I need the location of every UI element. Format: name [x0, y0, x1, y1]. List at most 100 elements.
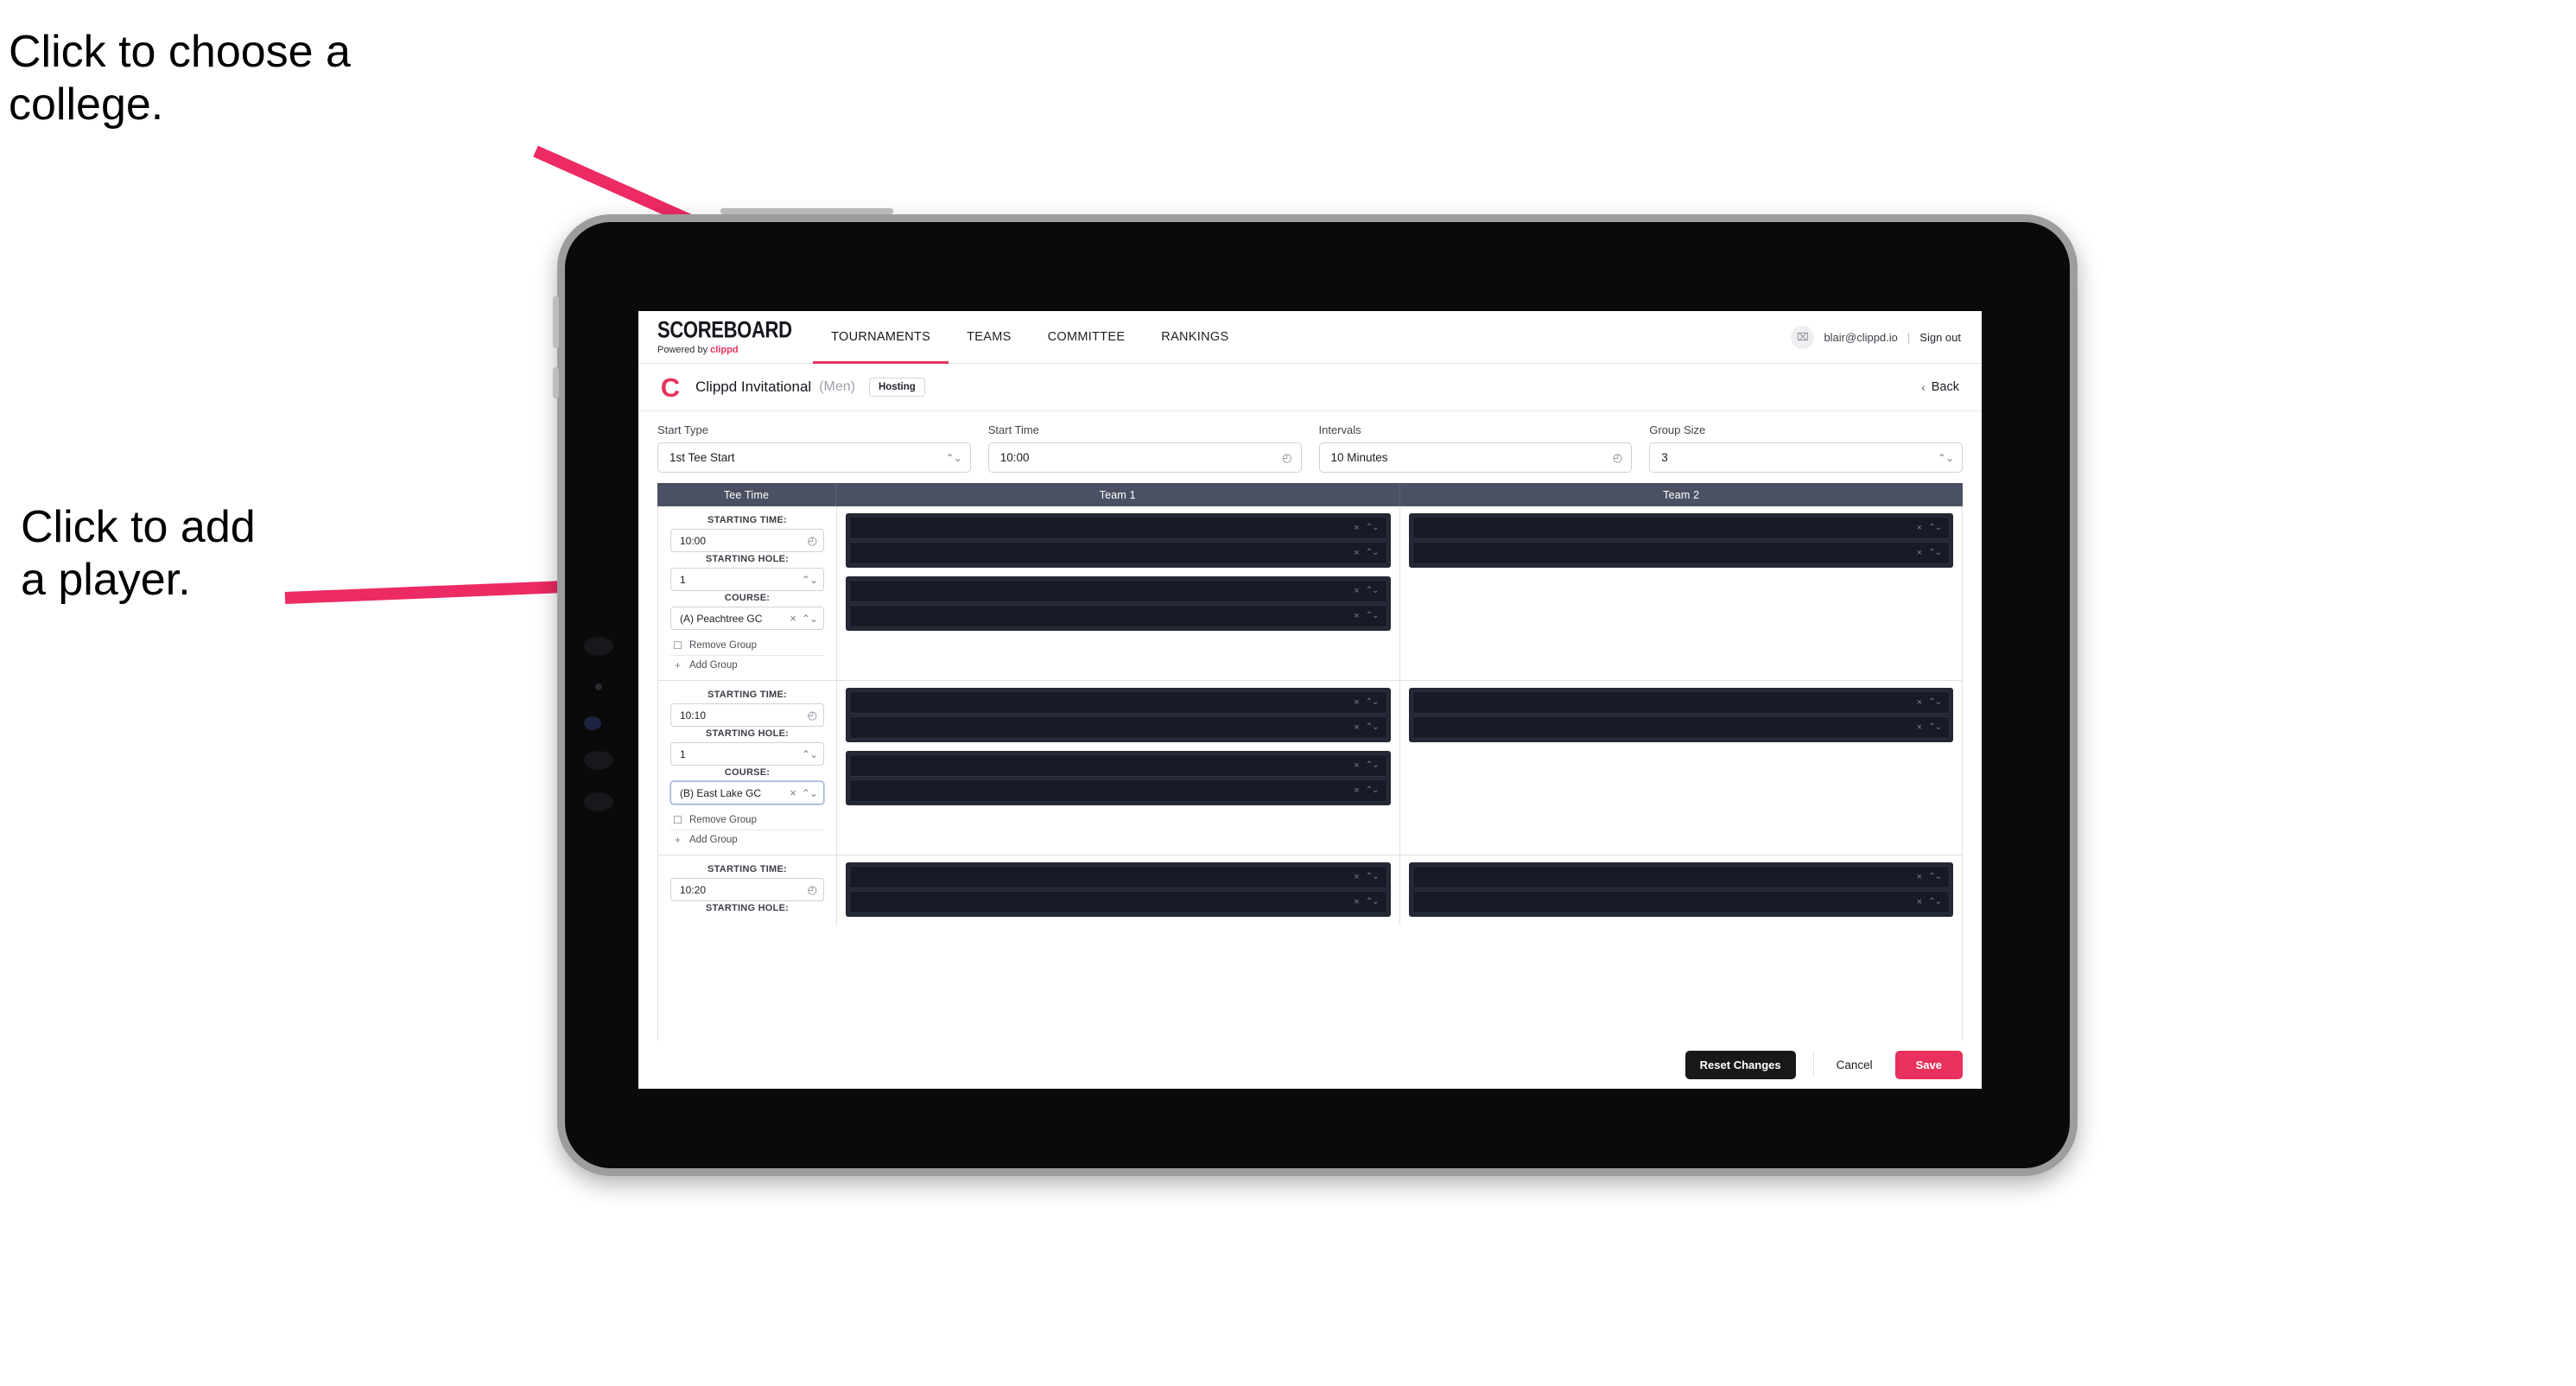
stepper-icon[interactable]: ⌃⌄	[1928, 698, 1942, 707]
volume-down-button[interactable]	[553, 367, 559, 398]
player-slot[interactable]: × ⌃⌄	[849, 716, 1387, 739]
nav-tab-tournaments[interactable]: TOURNAMENTS	[813, 311, 949, 364]
indicator-light	[584, 716, 601, 730]
player-slot[interactable]: × ⌃⌄	[1412, 716, 1950, 739]
close-icon[interactable]: ×	[790, 787, 796, 798]
close-icon[interactable]: ×	[1354, 611, 1359, 621]
intervals-input[interactable]: 10 Minutes ◴	[1318, 442, 1633, 473]
back-button[interactable]: ‹ Back	[1921, 380, 1963, 394]
stepper-icon[interactable]: ⌃⌄	[1928, 723, 1942, 732]
volume-up-button[interactable]	[553, 296, 559, 348]
player-slot[interactable]: × ⌃⌄	[849, 866, 1387, 888]
close-icon[interactable]: ×	[1354, 586, 1359, 596]
stepper-icon[interactable]: ⌃⌄	[1366, 786, 1380, 795]
reset-changes-button[interactable]: Reset Changes	[1685, 1050, 1796, 1079]
close-icon[interactable]: ×	[1917, 897, 1922, 907]
close-icon[interactable]: ×	[1354, 523, 1359, 533]
close-icon[interactable]: ×	[1354, 760, 1359, 771]
remove-group-button[interactable]: ☐ Remove Group	[670, 636, 824, 655]
starting-hole-input[interactable]: 1 ⌃⌄	[670, 568, 824, 591]
close-icon[interactable]: ×	[1354, 722, 1359, 733]
start-time-input[interactable]: 10:00 ◴	[987, 442, 1302, 473]
starting-time-input[interactable]: 10:10 ◴	[670, 703, 824, 727]
save-button[interactable]: Save	[1894, 1050, 1963, 1079]
player-slot[interactable]: × ⌃⌄	[849, 891, 1387, 913]
close-icon[interactable]: ×	[1354, 872, 1359, 882]
stepper-icon[interactable]: ⌃⌄	[802, 575, 818, 585]
stepper-icon[interactable]: ⌃⌄	[1366, 723, 1380, 732]
nav-tab-teams[interactable]: TEAMS	[949, 311, 1029, 363]
remove-group-button[interactable]: ☐ Remove Group	[670, 811, 824, 830]
close-icon[interactable]: ×	[1917, 697, 1922, 708]
player-slot[interactable]: × ⌃⌄	[1412, 691, 1950, 714]
cancel-button[interactable]: Cancel	[1831, 1051, 1878, 1079]
annotation-choose-college: Click to choose a college.	[9, 27, 351, 130]
nav-tab-rankings[interactable]: RANKINGS	[1143, 311, 1247, 363]
player-slot[interactable]: × ⌃⌄	[1412, 891, 1950, 913]
close-icon[interactable]: ×	[1917, 548, 1922, 558]
player-slot[interactable]: × ⌃⌄	[849, 691, 1387, 714]
clock-icon: ◴	[1612, 451, 1623, 464]
close-icon[interactable]: ×	[1917, 523, 1922, 533]
player-slot[interactable]: × ⌃⌄	[849, 517, 1387, 539]
stepper-icon[interactable]: ⌃⌄	[1366, 587, 1380, 595]
starting-time-input[interactable]: 10:20 ◴	[670, 878, 824, 901]
starting-hole-input[interactable]: 1 ⌃⌄	[670, 742, 824, 766]
clock-icon[interactable]: ◴	[808, 709, 817, 721]
close-icon[interactable]: ×	[1354, 785, 1359, 796]
stepper-icon[interactable]: ⌃⌄	[1366, 524, 1380, 532]
clippd-logo-icon: C	[660, 372, 681, 403]
trash-icon: ☐	[673, 639, 682, 652]
close-icon[interactable]: ×	[1354, 697, 1359, 708]
speaker-hole-1	[584, 751, 613, 770]
close-icon[interactable]: ×	[1354, 897, 1359, 907]
stepper-icon[interactable]: ⌃⌄	[1366, 549, 1380, 557]
close-icon[interactable]: ×	[1354, 548, 1359, 558]
nav-tab-committee[interactable]: COMMITTEE	[1030, 311, 1144, 363]
clock-icon[interactable]: ◴	[808, 884, 817, 895]
stepper-icon[interactable]: ⌃⌄	[1928, 873, 1942, 881]
player-slot[interactable]: × ⌃⌄	[1412, 517, 1950, 539]
stepper-icon[interactable]: ⌃⌄	[802, 749, 818, 760]
course-select[interactable]: (B) East Lake GC × ⌃⌄	[670, 781, 824, 804]
close-icon[interactable]: ×	[790, 613, 796, 624]
player-slot[interactable]: × ⌃⌄	[849, 605, 1387, 627]
stepper-icon[interactable]: ⌃⌄	[1928, 524, 1942, 532]
player-slot[interactable]: × ⌃⌄	[849, 754, 1387, 777]
sign-out-link[interactable]: Sign out	[1919, 331, 1961, 344]
avatar[interactable]: ⌧	[1791, 325, 1815, 349]
add-group-button[interactable]: + Add Group	[670, 830, 824, 849]
back-button-label: Back	[1931, 380, 1959, 394]
tee-time-cell: STARTING TIME: 10:00 ◴ STARTING HOLE: 1 ⌃⌄ COU…	[658, 506, 837, 680]
group-size-select[interactable]: 3 ⌃⌄	[1649, 442, 1963, 473]
close-icon[interactable]: ×	[1917, 872, 1922, 882]
starting-hole-label: STARTING HOLE:	[705, 728, 790, 739]
stepper-icon[interactable]: ⌃⌄	[1366, 898, 1380, 906]
stepper-icon[interactable]: ⌃⌄	[1366, 698, 1380, 707]
table-body[interactable]: STARTING TIME: 10:00 ◴ STARTING HOLE: 1 ⌃⌄ COU…	[657, 506, 1963, 1040]
stepper-icon[interactable]: ⌃⌄	[1366, 761, 1380, 770]
stepper-icon[interactable]: ⌃⌄	[1366, 612, 1380, 620]
brand-logo[interactable]: SCOREBOARD Powered by clippd	[638, 311, 813, 363]
start-type-select[interactable]: 1st Tee Start ⌃⌄	[657, 442, 971, 473]
brand-tagline: Powered by clippd	[657, 345, 797, 355]
player-slot[interactable]: × ⌃⌄	[849, 580, 1387, 602]
clock-icon[interactable]: ◴	[808, 535, 817, 546]
player-slot[interactable]: × ⌃⌄	[1412, 866, 1950, 888]
stepper-icon[interactable]: ⌃⌄	[802, 788, 818, 798]
stepper-icon[interactable]: ⌃⌄	[1928, 898, 1942, 906]
course-select[interactable]: (A) Peachtree GC × ⌃⌄	[670, 607, 824, 630]
player-slot[interactable]: × ⌃⌄	[849, 542, 1387, 564]
stepper-icon[interactable]: ⌃⌄	[802, 614, 818, 624]
starting-hole-label: STARTING HOLE:	[705, 554, 790, 564]
stepper-icon[interactable]: ⌃⌄	[1366, 873, 1380, 881]
starting-time-input[interactable]: 10:00 ◴	[670, 529, 824, 552]
close-icon[interactable]: ×	[1917, 722, 1922, 733]
stepper-icon[interactable]: ⌃⌄	[1928, 549, 1942, 557]
add-group-button[interactable]: + Add Group	[670, 655, 824, 675]
tablet-device: SCOREBOARD Powered by clippd TOURNAMENTS…	[553, 208, 2078, 1176]
table-row: STARTING TIME: 10:20 ◴ STARTING HOLE: × ⌃⌄ × ⌃⌄…	[658, 855, 1962, 925]
field-intervals-label: Intervals	[1318, 423, 1361, 436]
player-slot[interactable]: × ⌃⌄	[1412, 542, 1950, 564]
player-slot[interactable]: × ⌃⌄	[849, 779, 1387, 802]
